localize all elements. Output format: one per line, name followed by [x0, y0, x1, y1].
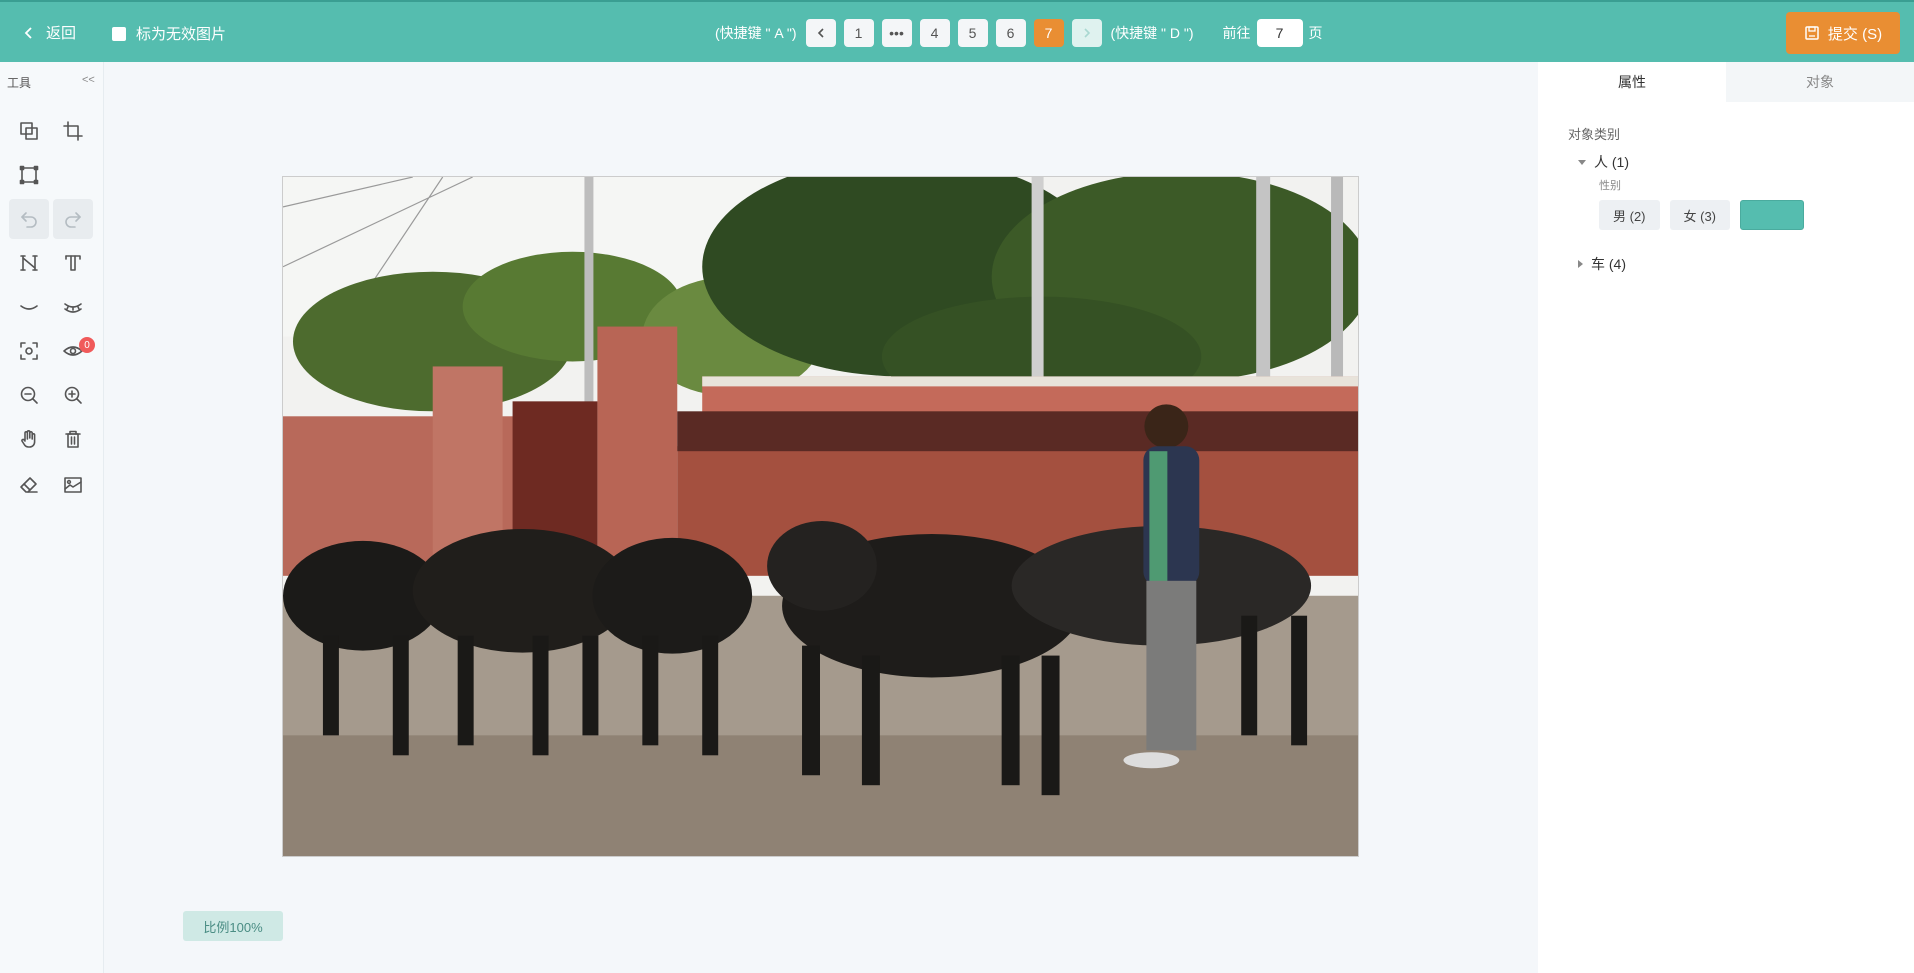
collapsed-arrow-icon	[1578, 260, 1583, 268]
zoom-in-icon	[64, 386, 82, 404]
page-button-1[interactable]: 1	[843, 19, 874, 47]
zoom-scale-label: 比例100%	[183, 911, 283, 941]
h-tool-icon	[20, 255, 38, 271]
tools-title: 工具	[7, 76, 32, 90]
undo-button[interactable]	[9, 199, 49, 239]
annotation-canvas[interactable]: 比例100%	[105, 62, 1538, 973]
redo-icon	[65, 212, 81, 228]
zoom-in-button[interactable]	[53, 375, 93, 415]
zoom-out-icon	[20, 386, 38, 404]
street-buffalo-photo	[283, 177, 1358, 856]
h-tool[interactable]	[9, 243, 49, 283]
next-shortcut-hint: (快捷键 " D ")	[1110, 25, 1194, 41]
option-selected-blank[interactable]	[1740, 200, 1805, 230]
next-page-button[interactable]	[1071, 19, 1102, 47]
save-icon	[1805, 26, 1819, 40]
object-category-title: 对象类别	[1568, 127, 1621, 142]
t-tool[interactable]	[53, 243, 93, 283]
prev-page-button[interactable]	[805, 19, 836, 47]
t-tool-icon	[65, 255, 81, 271]
expand-arrow-icon	[1578, 159, 1586, 165]
crop-box-icon	[63, 121, 83, 141]
eye-lashes-tool[interactable]	[53, 287, 93, 327]
page-ellipsis-button[interactable]: •••	[881, 19, 912, 47]
trash-icon	[65, 430, 81, 448]
category-person[interactable]: 人 (1)	[1578, 152, 1629, 172]
option-male[interactable]: 男 (2)	[1599, 200, 1660, 230]
chevron-right-icon	[1083, 28, 1090, 38]
hand-icon	[21, 430, 36, 448]
eye-closed-tool[interactable]	[9, 287, 49, 327]
submit-label: 提交 (S)	[1827, 25, 1883, 43]
visibility-tool[interactable]: 0	[53, 331, 95, 371]
eye-lashes-icon	[64, 303, 82, 313]
copy-box-icon	[20, 122, 38, 140]
properties-panel: 属性 对象 对象类别 人 (1) 性别 男 (2) 女 (3) 车 (4)	[1538, 62, 1914, 973]
top-toolbar: 返回 标为无效图片 (快捷键 " A ") 1 ••• 4 5 6 7 (快捷键…	[0, 0, 1914, 62]
mark-invalid-label: 标为无效图片	[136, 26, 227, 43]
undo-icon	[21, 212, 37, 228]
page-button-6[interactable]: 6	[995, 19, 1026, 47]
option-female[interactable]: 女 (3)	[1669, 200, 1731, 230]
goto-label: 前往	[1222, 25, 1251, 41]
page-button-4[interactable]: 4	[919, 19, 950, 47]
delete-button[interactable]	[53, 419, 93, 459]
prev-shortcut-hint: (快捷键 " A ")	[715, 25, 797, 41]
attribute-label-gender: 性别	[1599, 180, 1621, 192]
back-label: 返回	[46, 25, 77, 42]
gender-options: 男 (2) 女 (3)	[1599, 200, 1805, 230]
eraser-tool[interactable]	[9, 465, 49, 505]
goto-page: 前往 7 页	[1223, 19, 1323, 47]
panel-tabs: 属性 对象	[1538, 62, 1914, 102]
image-tool[interactable]	[53, 465, 93, 505]
chevron-left-icon	[817, 28, 824, 38]
pan-tool[interactable]	[9, 419, 49, 459]
goto-page-input[interactable]: 7	[1256, 19, 1303, 47]
page-button-5[interactable]: 5	[957, 19, 988, 47]
back-button[interactable]: 返回	[22, 22, 76, 43]
crop-box-tool[interactable]	[53, 111, 93, 151]
hidden-count-badge: 0	[79, 337, 95, 353]
rect-box-icon	[19, 165, 39, 185]
page-button-current[interactable]: 7	[1033, 19, 1064, 47]
tab-attributes[interactable]: 属性	[1538, 62, 1726, 102]
goto-suffix: 页	[1308, 25, 1323, 41]
tab-objects[interactable]: 对象	[1726, 62, 1914, 102]
annotation-image[interactable]	[282, 176, 1359, 857]
rect-box-tool[interactable]	[9, 155, 49, 195]
chevron-left-icon	[24, 26, 32, 39]
submit-button[interactable]: 提交 (S)	[1786, 12, 1900, 54]
mark-invalid-checkbox[interactable]: 标为无效图片	[112, 23, 226, 44]
tool-panel: 工具 << 0	[0, 62, 104, 973]
eraser-icon	[20, 477, 38, 493]
zoom-out-button[interactable]	[9, 375, 49, 415]
image-icon	[64, 477, 82, 493]
focus-icon	[20, 342, 38, 360]
redo-button[interactable]	[53, 199, 93, 239]
focus-tool[interactable]	[9, 331, 49, 371]
checkbox-box[interactable]	[112, 26, 126, 41]
eye-closed-icon	[20, 305, 38, 310]
collapse-tools-button[interactable]: <<	[82, 74, 95, 86]
category-vehicle-label: 车 (4)	[1591, 256, 1626, 272]
copy-box-tool[interactable]	[9, 111, 49, 151]
category-person-label: 人 (1)	[1594, 154, 1629, 170]
category-vehicle[interactable]: 车 (4)	[1578, 254, 1626, 274]
pagination: (快捷键 " A ") 1 ••• 4 5 6 7 (快捷键 " D ") 前往…	[710, 18, 1323, 48]
